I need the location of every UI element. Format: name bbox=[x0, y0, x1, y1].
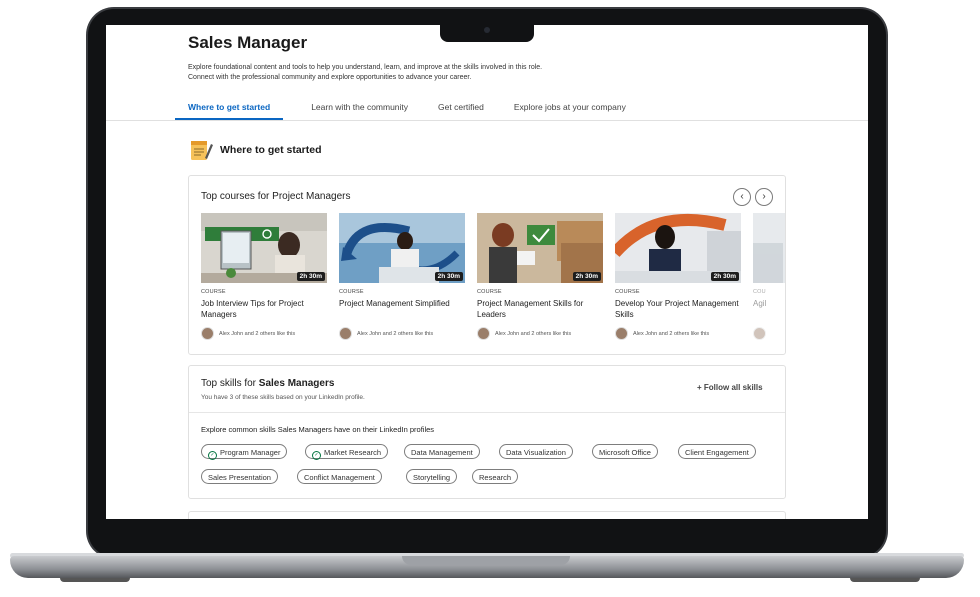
skills-subtitle: You have 3 of these skills based on your… bbox=[201, 394, 365, 401]
check-icon: ✓ bbox=[312, 451, 321, 460]
course-thumbnail bbox=[753, 213, 785, 283]
course-card[interactable]: 2h 30m COURSE Project Management Simplif… bbox=[339, 213, 465, 340]
course-likes bbox=[753, 327, 785, 340]
skills-title: Top skills for Sales Managers bbox=[201, 378, 334, 389]
course-duration: 2h 30m bbox=[296, 272, 325, 281]
course-likes: Alex John and 2 others like this bbox=[201, 327, 327, 340]
course-type: COURSE bbox=[477, 289, 502, 295]
carousel-next-button[interactable]: › bbox=[755, 188, 773, 206]
skill-pill-conflict-management[interactable]: Conflict Management bbox=[297, 469, 382, 484]
course-name[interactable]: Agil bbox=[753, 298, 785, 320]
avatar bbox=[477, 327, 490, 340]
course-card-partial[interactable]: COU Agil bbox=[753, 213, 785, 340]
skill-pill-market-research[interactable]: ✓ Market Research bbox=[305, 444, 389, 460]
notepad-icon bbox=[191, 141, 213, 160]
likes-text: Alex John and 2 others like this bbox=[219, 330, 296, 337]
course-card[interactable]: 2h 30m COURSE Job Interview Tips for Pro… bbox=[201, 213, 327, 340]
course-duration: 2h 30m bbox=[434, 272, 463, 281]
course-name[interactable]: Job Interview Tips for Project Managers bbox=[201, 298, 327, 320]
course-likes: Alex John and 2 others like this bbox=[615, 327, 741, 340]
likes-text: Alex John and 2 others like this bbox=[633, 330, 710, 337]
skill-pill-storytelling[interactable]: Storytelling bbox=[406, 469, 458, 484]
laptop-foot-right bbox=[850, 578, 920, 582]
description-line-2: Connect with the professional community … bbox=[188, 74, 472, 81]
course-type: COURSE bbox=[201, 289, 226, 295]
likes-text: Alex John and 2 others like this bbox=[357, 330, 434, 337]
skills-divider bbox=[189, 412, 785, 413]
skill-label: Program Manager bbox=[220, 448, 281, 457]
screen-bezel bbox=[106, 519, 868, 535]
course-likes: Alex John and 2 others like this bbox=[477, 327, 603, 340]
course-name[interactable]: Develop Your Project Management Skills bbox=[615, 298, 741, 320]
course-thumbnail: 2h 30m bbox=[477, 213, 603, 283]
tab-explore-jobs[interactable]: Explore jobs at your company bbox=[512, 101, 628, 118]
course-name[interactable]: Project Management Skills for Leaders bbox=[477, 298, 603, 320]
course-type: COURSE bbox=[339, 289, 364, 295]
course-name[interactable]: Project Management Simplified bbox=[339, 298, 465, 320]
skills-title-prefix: Top skills for bbox=[201, 378, 259, 389]
tab-bar: Where to get started Learn with the comm… bbox=[175, 101, 654, 120]
tab-learn-with-community[interactable]: Learn with the community bbox=[309, 101, 410, 118]
screen: Sales Manager Explore foundational conte… bbox=[106, 25, 868, 519]
section-title: Where to get started bbox=[220, 144, 322, 156]
tab-get-certified[interactable]: Get certified bbox=[436, 101, 486, 118]
courses-title: Top courses for Project Managers bbox=[201, 191, 351, 202]
page-title: Sales Manager bbox=[188, 33, 308, 52]
tab-where-to-get-started[interactable]: Where to get started bbox=[175, 101, 284, 120]
description-line-1: Explore foundational content and tools t… bbox=[188, 64, 543, 71]
skills-title-role: Sales Managers bbox=[258, 378, 335, 389]
avatar bbox=[339, 327, 352, 340]
avatar bbox=[615, 327, 628, 340]
page-description: Explore foundational content and tools t… bbox=[188, 63, 708, 83]
laptop-thumb-notch bbox=[402, 556, 570, 565]
skill-pill-data-management[interactable]: Data Management bbox=[404, 444, 480, 459]
skill-pill-sales-presentation[interactable]: Sales Presentation bbox=[201, 469, 278, 484]
carousel-prev-button[interactable]: ‹ bbox=[733, 188, 751, 206]
check-icon: ✓ bbox=[208, 451, 217, 460]
skill-pill-data-visualization[interactable]: Data Visualization bbox=[499, 444, 573, 459]
skill-pill-program-manager[interactable]: ✓ Program Manager bbox=[201, 444, 288, 460]
likes-text: Alex John and 2 others like this bbox=[495, 330, 572, 337]
laptop-foot-left bbox=[60, 578, 130, 582]
skill-pill-research[interactable]: Research bbox=[472, 469, 519, 484]
courses-card: Top courses for Project Managers ‹ › 2h … bbox=[188, 175, 786, 355]
camera-icon bbox=[484, 27, 490, 33]
course-likes: Alex John and 2 others like this bbox=[339, 327, 465, 340]
course-thumbnail: 2h 30m bbox=[201, 213, 327, 283]
skills-card: Top skills for Sales Managers You have 3… bbox=[188, 365, 786, 499]
avatar bbox=[201, 327, 214, 340]
course-duration: 2h 30m bbox=[710, 272, 739, 281]
course-card[interactable]: 2h 30m COURSE Develop Your Project Manag… bbox=[615, 213, 741, 340]
course-duration: 2h 30m bbox=[572, 272, 601, 281]
course-type: COURSE bbox=[615, 289, 640, 295]
skill-pill-microsoft-office[interactable]: Microsoft Office bbox=[592, 444, 658, 459]
next-section-card bbox=[188, 511, 786, 519]
skill-pill-client-engagement[interactable]: Client Engagement bbox=[678, 444, 756, 459]
course-card[interactable]: 2h 30m COURSE Project Management Skills … bbox=[477, 213, 603, 340]
course-thumbnail: 2h 30m bbox=[339, 213, 465, 283]
tabs-divider bbox=[106, 120, 868, 121]
follow-all-skills-button[interactable]: + Follow all skills bbox=[697, 383, 763, 392]
skills-explore-label: Explore common skills Sales Managers hav… bbox=[201, 425, 435, 434]
course-thumbnail: 2h 30m bbox=[615, 213, 741, 283]
avatar bbox=[753, 327, 766, 340]
skill-label: Market Research bbox=[324, 448, 382, 457]
course-type: COU bbox=[753, 289, 766, 295]
